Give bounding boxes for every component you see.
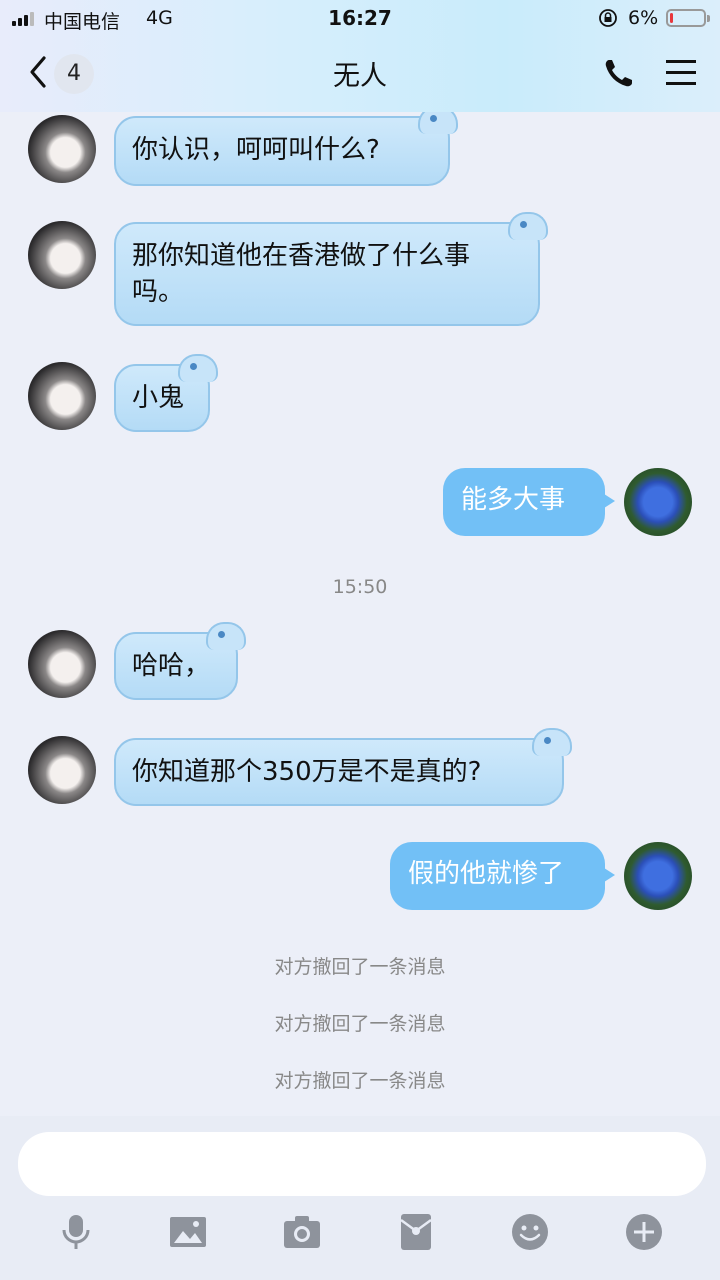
my-avatar[interactable]: [624, 842, 692, 910]
contact-avatar[interactable]: [28, 115, 96, 183]
message-text-line: 吗。: [132, 277, 185, 307]
recall-notice: 对方撤回了一条消息: [274, 1070, 446, 1092]
image-icon[interactable]: [168, 1212, 208, 1252]
menu-icon[interactable]: [664, 58, 698, 88]
chat-header: 4 无人: [0, 42, 720, 104]
battery-icon: [666, 9, 710, 27]
message-text: 能多大事: [461, 485, 566, 515]
red-packet-icon[interactable]: [396, 1212, 436, 1252]
message-list[interactable]: 你认识，呵呵叫什么? 那你知道他在香港做了什么事 吗。 小鬼 能多大事 15:5…: [0, 112, 720, 1116]
bubble-ear-decoration: [418, 112, 458, 134]
bubble-ear-decoration: [178, 354, 218, 382]
plus-icon[interactable]: [624, 1212, 664, 1252]
message-text: 哈哈，: [132, 651, 211, 681]
contact-avatar[interactable]: [28, 221, 96, 289]
emoji-icon[interactable]: [510, 1212, 550, 1252]
sent-message[interactable]: 能多大事: [443, 468, 615, 536]
sent-message[interactable]: 假的他就惨了: [390, 842, 615, 910]
battery-percent: 6%: [628, 7, 659, 29]
phone-icon[interactable]: [602, 56, 636, 90]
input-area: [0, 1116, 720, 1280]
message-text: 你知道那个350万是不是真的?: [132, 757, 482, 787]
recall-notice: 对方撤回了一条消息: [274, 1013, 446, 1035]
received-message[interactable]: 小鬼: [114, 354, 218, 432]
bubble-ear-decoration: [508, 212, 548, 240]
message-text: 小鬼: [132, 383, 185, 413]
recall-notice: 对方撤回了一条消息: [274, 956, 446, 978]
received-message[interactable]: 你认识，呵呵叫什么?: [114, 112, 458, 186]
contact-avatar[interactable]: [28, 630, 96, 698]
bubble-ear-decoration: [206, 622, 246, 650]
received-message[interactable]: 那你知道他在香港做了什么事 吗。: [114, 212, 548, 326]
rotation-lock-icon: [599, 9, 617, 27]
timestamp: 15:50: [332, 576, 388, 598]
message-text-line: 那你知道他在香港做了什么事: [132, 241, 471, 271]
top-bar: 中国电信 4G 16:27 6% 4 无人: [0, 0, 720, 112]
bubble-ear-decoration: [532, 728, 572, 756]
received-message[interactable]: 你知道那个350万是不是真的?: [114, 728, 572, 806]
status-bar: 中国电信 4G 16:27 6%: [0, 0, 720, 36]
microphone-icon[interactable]: [56, 1212, 96, 1252]
my-avatar[interactable]: [624, 468, 692, 536]
contact-avatar[interactable]: [28, 736, 96, 804]
message-input[interactable]: [18, 1132, 706, 1196]
message-text: 你认识，呵呵叫什么?: [132, 135, 380, 165]
contact-avatar[interactable]: [28, 362, 96, 430]
camera-icon[interactable]: [282, 1212, 322, 1252]
message-text: 假的他就惨了: [408, 859, 565, 889]
received-message[interactable]: 哈哈，: [114, 622, 246, 700]
